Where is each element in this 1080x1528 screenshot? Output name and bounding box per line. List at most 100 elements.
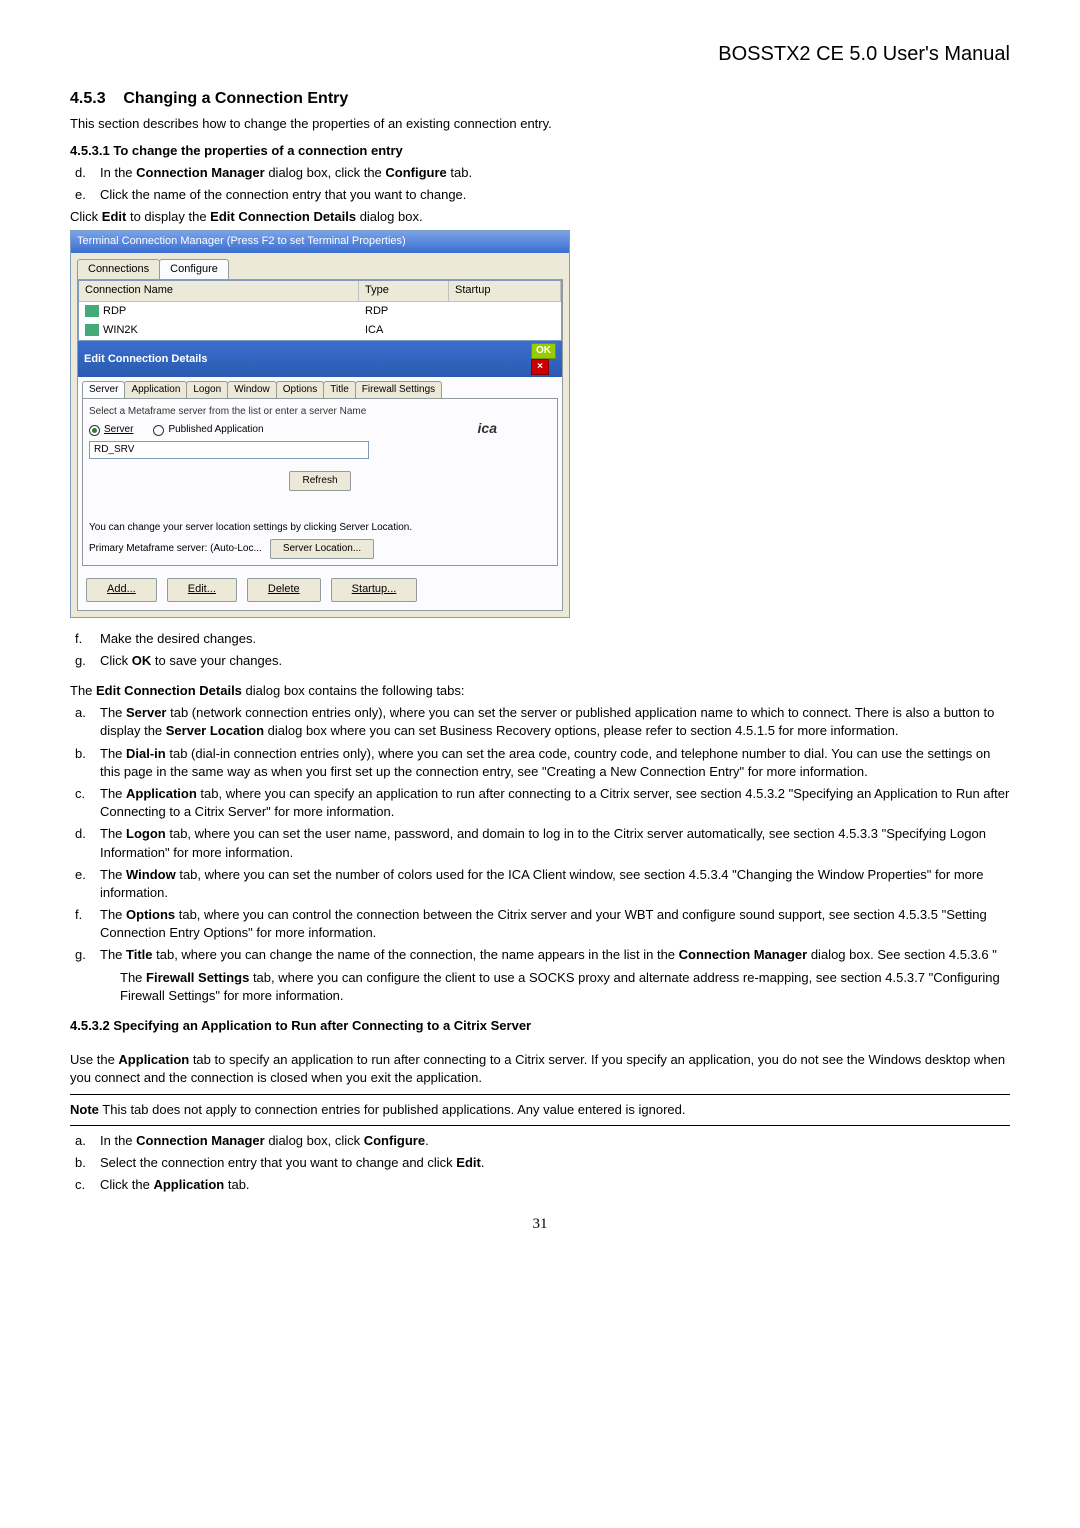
- tab-window[interactable]: Window: [227, 381, 277, 398]
- text: tab, where you can configure the client …: [120, 970, 1000, 1003]
- radio-published-app[interactable]: Published Application: [153, 423, 263, 437]
- page-number: 31: [70, 1214, 1010, 1235]
- text: Click the: [100, 1177, 153, 1192]
- outer-tab-strip: Connections Configure: [71, 253, 569, 279]
- note-line: Note This tab does not apply to connecti…: [70, 1101, 1010, 1119]
- btn-label: Delete: [268, 583, 300, 595]
- radio-label: Published Application: [168, 423, 263, 437]
- col-startup: Startup: [449, 281, 561, 300]
- text: Click: [100, 653, 132, 668]
- ica-logo-icon: ica: [478, 419, 497, 439]
- tab-firewall-settings[interactable]: Firewall Settings: [355, 381, 442, 398]
- btn-label: Add...: [107, 583, 136, 595]
- text: The: [100, 947, 126, 962]
- configure-panel: Connection Name Type Startup RDP RDP WIN…: [77, 279, 563, 611]
- section-num: 4.5.3: [70, 90, 106, 107]
- text: tab.: [224, 1177, 249, 1192]
- tab-title[interactable]: Title: [323, 381, 356, 398]
- bold: Server Location: [166, 723, 264, 738]
- click-edit-line: Click Edit to display the Edit Connectio…: [70, 208, 1010, 226]
- refresh-button[interactable]: Refresh: [289, 471, 350, 491]
- bold: Application: [153, 1177, 224, 1192]
- close-icon[interactable]: ×: [531, 359, 549, 375]
- section-intro: This section describes how to change the…: [70, 115, 1010, 133]
- text: The: [100, 826, 126, 841]
- text: dialog box where you can set Business Re…: [264, 723, 898, 738]
- col-name: Connection Name: [79, 281, 359, 300]
- text: tab, where you can specify an applicatio…: [100, 786, 1009, 819]
- separator: [70, 1094, 1010, 1095]
- tab-application[interactable]: Application: [124, 381, 187, 398]
- cell: WIN2K: [103, 324, 138, 336]
- text: .: [425, 1133, 429, 1148]
- s2-step-a: a. In the Connection Manager dialog box,…: [70, 1132, 1010, 1150]
- text: The: [100, 907, 126, 922]
- server-name-dropdown[interactable]: RD_SRV: [89, 441, 369, 459]
- list-item[interactable]: RDP RDP: [79, 302, 561, 321]
- s2-step-c: c. Click the Application tab.: [70, 1176, 1010, 1194]
- sub2-para: Use the Application tab to specify an ap…: [70, 1051, 1010, 1087]
- col-type: Type: [359, 281, 449, 300]
- text: Click the name of the connection entry t…: [100, 187, 466, 202]
- note-label: Note: [70, 1102, 99, 1117]
- btn-label: Startup...: [352, 583, 397, 595]
- tab-desc-d: d. The Logon tab, where you can set the …: [70, 825, 1010, 861]
- tab-desc-a: a. The Server tab (network connection en…: [70, 704, 1010, 740]
- tab-desc-c: c. The Application tab, where you can sp…: [70, 785, 1010, 821]
- text: tab.: [447, 165, 472, 180]
- bold: Configure: [364, 1133, 425, 1148]
- bold: Edit: [102, 209, 127, 224]
- text: Use the: [70, 1052, 118, 1067]
- text: Click: [70, 209, 102, 224]
- radio-icon: [89, 425, 100, 436]
- server-location-button[interactable]: Server Location...: [270, 539, 374, 559]
- step-d: d. In the Connection Manager dialog box,…: [70, 164, 1010, 182]
- tab-connections[interactable]: Connections: [77, 259, 160, 279]
- cell: RDP: [103, 305, 126, 317]
- tab-options[interactable]: Options: [276, 381, 324, 398]
- text: In the: [100, 165, 136, 180]
- text: The: [100, 867, 126, 882]
- list-item[interactable]: WIN2K ICA: [79, 321, 561, 340]
- bold: Connection Manager: [136, 1133, 265, 1148]
- cell: [449, 321, 561, 340]
- bold: Window: [126, 867, 176, 882]
- text: Select the connection entry that you wan…: [100, 1155, 456, 1170]
- inner-tab-strip: Server Application Logon Window Options …: [78, 377, 562, 398]
- cell: ICA: [359, 321, 449, 340]
- tab-desc-e: e. The Window tab, where you can set the…: [70, 866, 1010, 902]
- delete-button[interactable]: Delete: [247, 578, 321, 601]
- text: tab (dial-in connection entries only), w…: [100, 746, 990, 779]
- text: tab, where you can change the name of th…: [153, 947, 679, 962]
- text: The: [70, 683, 96, 698]
- connection-list[interactable]: Connection Name Type Startup RDP RDP WIN…: [78, 280, 562, 341]
- tab-desc-b: b. The Dial-in tab (dial-in connection e…: [70, 745, 1010, 781]
- text: The: [100, 746, 126, 761]
- inner-title: Edit Connection Details: [84, 352, 207, 367]
- server-tab-panel: Select a Metaframe server from the list …: [82, 398, 558, 566]
- bold: Connection Manager: [679, 947, 808, 962]
- note-text: This tab does not apply to connection en…: [99, 1102, 686, 1117]
- s2-step-b: b. Select the connection entry that you …: [70, 1154, 1010, 1172]
- bold: Configure: [385, 165, 446, 180]
- text: The: [100, 705, 126, 720]
- startup-button[interactable]: Startup...: [331, 578, 418, 601]
- add-button[interactable]: Add...: [86, 578, 157, 601]
- bold: Dial-in: [126, 746, 166, 761]
- bold: Application: [126, 786, 197, 801]
- bold: OK: [132, 653, 152, 668]
- tabs-intro: The Edit Connection Details dialog box c…: [70, 682, 1010, 700]
- tab-configure[interactable]: Configure: [159, 259, 229, 279]
- radio-label: Server: [104, 423, 133, 437]
- firewall-desc: The Firewall Settings tab, where you can…: [70, 969, 1010, 1005]
- tab-server[interactable]: Server: [82, 381, 125, 398]
- tab-desc-g: g. The Title tab, where you can change t…: [70, 946, 1010, 964]
- section-title: Changing a Connection Entry: [123, 90, 348, 107]
- radio-server[interactable]: Server: [89, 423, 133, 437]
- ok-button[interactable]: OK: [531, 343, 556, 359]
- bottom-button-row: Add... Edit... Delete Startup...: [78, 570, 562, 609]
- edit-button[interactable]: Edit...: [167, 578, 237, 601]
- text: dialog box. See section 4.5.3.6 ": [807, 947, 997, 962]
- tab-logon[interactable]: Logon: [186, 381, 228, 398]
- btn-label: Edit...: [188, 583, 216, 595]
